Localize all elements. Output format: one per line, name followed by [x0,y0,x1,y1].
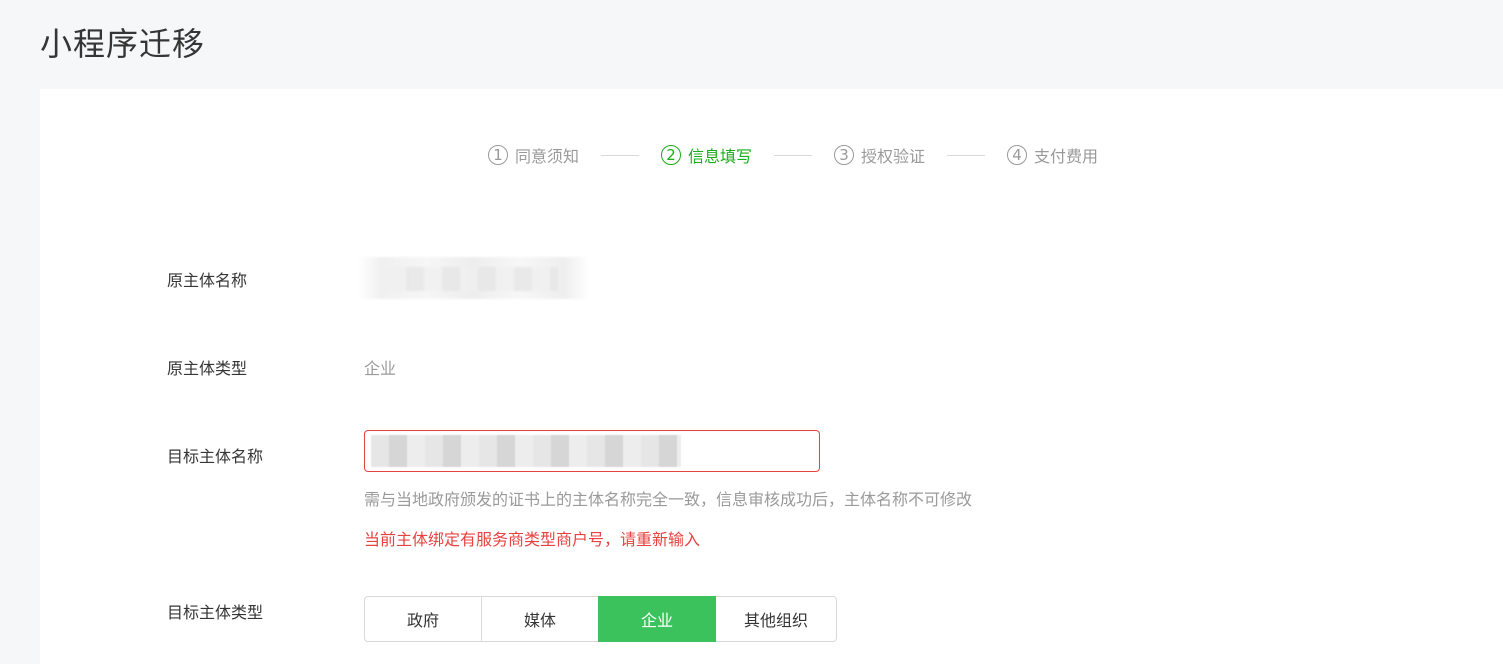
target-name-input-wrapper [364,430,820,472]
target-name-error: 当前主体绑定有服务商类型商户号，请重新输入 [364,530,701,549]
step-auth-verify: 3 授权验证 [834,143,925,167]
step-number-icon: 2 [661,145,682,165]
target-type-selector: 政府 媒体 企业 其他组织 [364,596,837,642]
step-fill-info: 2 信息填写 [661,143,752,167]
type-option-government[interactable]: 政府 [364,596,482,642]
step-divider [947,154,986,156]
progress-steps: 1 同意须知 2 信息填写 3 授权验证 4 支付费用 [488,143,1098,167]
type-option-other-org[interactable]: 其他组织 [715,596,837,642]
step-number-icon: 3 [834,145,855,165]
page-title: 小程序迁移 [40,25,206,63]
step-agree-notice: 1 同意须知 [488,143,579,167]
step-label: 同意须知 [515,147,580,166]
original-name-label: 原主体名称 [167,271,248,290]
original-name-value-redacted [358,257,588,299]
migration-form-card: 1 同意须知 2 信息填写 3 授权验证 4 支付费用 原主体名称 原主体类型 … [40,89,1503,664]
target-name-input[interactable] [365,431,819,471]
original-type-value: 企业 [364,359,397,378]
step-label: 授权验证 [861,147,926,166]
target-name-hint: 需与当地政府颁发的证书上的主体名称完全一致，信息审核成功后，主体名称不可修改 [364,490,973,509]
type-option-enterprise[interactable]: 企业 [598,596,716,642]
target-name-label: 目标主体名称 [167,447,264,466]
type-option-media[interactable]: 媒体 [481,596,599,642]
step-pay-fee: 4 支付费用 [1007,143,1098,167]
step-label: 信息填写 [688,147,753,166]
original-type-label: 原主体类型 [167,359,248,378]
step-number-icon: 4 [1007,145,1028,165]
step-divider [774,154,813,156]
step-label: 支付费用 [1034,147,1099,166]
target-type-label: 目标主体类型 [167,603,264,622]
step-divider [601,154,640,156]
step-number-icon: 1 [488,145,508,165]
